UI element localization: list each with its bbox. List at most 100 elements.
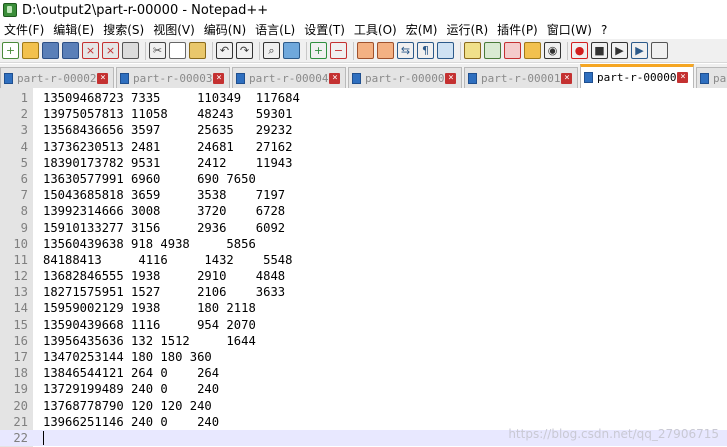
menu-item-3[interactable]: 视图(V)	[149, 21, 200, 38]
tab-label: pa	[713, 71, 727, 85]
document-map-icon[interactable]	[484, 42, 501, 59]
tab-0[interactable]: part-r-00002 ×	[0, 67, 114, 88]
tab-close-icon[interactable]: ×	[329, 72, 341, 84]
fold-margin	[28, 268, 43, 284]
menu-item-6[interactable]: 设置(T)	[300, 21, 350, 38]
menu-item-5[interactable]: 语言(L)	[251, 21, 300, 38]
fold-margin	[28, 284, 43, 300]
stop-record-icon[interactable]: ■	[591, 42, 608, 59]
record-macro-icon[interactable]: ●	[571, 42, 588, 59]
line-text: 18271575951 1527 2106 3633	[43, 285, 286, 300]
tab-label: part-r-00003	[133, 71, 213, 85]
line-number: 22	[13, 430, 28, 445]
editor-line: 18 13846544121 264 0 264	[0, 365, 727, 381]
save-all-icon[interactable]	[62, 42, 79, 59]
toolbar-separator	[306, 41, 307, 60]
monitoring-icon[interactable]: ◉	[544, 42, 561, 59]
tab-6[interactable]: pa	[696, 67, 727, 88]
save-icon[interactable]	[42, 42, 59, 59]
line-number: 18	[13, 366, 28, 381]
tab-close-icon[interactable]: ×	[213, 72, 225, 84]
menu-item-1[interactable]: 编辑(E)	[49, 21, 99, 38]
window-title: D:\output2\part-r-00000 - Notepad++	[22, 2, 269, 18]
cut-icon[interactable]: ✂	[149, 42, 166, 59]
line-text: 13768778790 120 120 240	[43, 398, 212, 413]
line-number: 5	[20, 155, 28, 170]
line-text: 13956435636 132 1512 1644	[43, 333, 256, 348]
open-file-icon[interactable]	[22, 42, 39, 59]
tab-bar: part-r-00002 × part-r-00003 × part-r-00004 × p…	[0, 64, 727, 88]
file-saved-icon	[700, 72, 709, 84]
new-file-icon[interactable]: +	[2, 42, 19, 59]
run-macro-multiple-icon[interactable]: ▶	[631, 42, 648, 59]
fold-margin	[28, 414, 43, 430]
line-number: 9	[20, 220, 28, 235]
editor-line: 13 18271575951 1527 2106 3633	[0, 284, 727, 300]
tab-close-icon[interactable]: ×	[561, 72, 573, 84]
menu-item-8[interactable]: 宏(M)	[402, 21, 443, 38]
function-list-icon[interactable]	[504, 42, 521, 59]
fold-margin	[28, 365, 43, 381]
editor[interactable]: 1 13509468723 7335 110349 117684 2 13975057…	[0, 88, 727, 447]
print-icon[interactable]	[122, 42, 139, 59]
folder-workspace-icon[interactable]	[524, 42, 541, 59]
show-all-chars-icon[interactable]: ¶	[417, 42, 434, 59]
tab-close-icon[interactable]: ×	[97, 72, 109, 84]
tab-3[interactable]: part-r-00000 ×	[348, 67, 462, 88]
editor-line: 9 15910133277 3156 2936 6092	[0, 220, 727, 236]
close-icon[interactable]: ×	[82, 42, 99, 59]
copy-icon[interactable]	[169, 42, 186, 59]
menu-item-4[interactable]: 编码(N)	[200, 21, 251, 38]
close-all-icon[interactable]: ×	[102, 42, 119, 59]
line-text: 13470253144 180 180 360	[43, 350, 212, 364]
tab-2[interactable]: part-r-00004 ×	[232, 67, 346, 88]
fold-margin	[28, 349, 43, 365]
fold-margin	[28, 106, 43, 122]
menu-item-12[interactable]: ?	[597, 23, 612, 37]
menu-item-7[interactable]: 工具(O)	[350, 21, 402, 38]
paste-icon[interactable]	[189, 42, 206, 59]
find-icon[interactable]: ⌕	[263, 42, 280, 59]
menu-item-9[interactable]: 运行(R)	[442, 21, 493, 38]
undo-icon[interactable]: ↶	[216, 42, 233, 59]
indent-guide-icon[interactable]	[437, 42, 454, 59]
line-text: 13966251146 240 0 240	[43, 414, 220, 429]
menu-item-2[interactable]: 搜索(S)	[99, 21, 149, 38]
editor-line: 16 13956435636 132 1512 1644	[0, 333, 727, 349]
menu-item-0[interactable]: 文件(F)	[0, 21, 49, 38]
tab-label: part-r-00002	[17, 71, 97, 85]
menu-item-10[interactable]: 插件(P)	[493, 21, 543, 38]
fold-margin	[28, 381, 43, 397]
editor-line: 2 13975057813 11058 48243 59301	[0, 106, 727, 122]
line-text: 13846544121 264 0 264	[43, 366, 220, 381]
user-language-icon[interactable]	[464, 42, 481, 59]
tab-4[interactable]: part-r-00001 ×	[464, 67, 578, 88]
redo-icon[interactable]: ↷	[236, 42, 253, 59]
text-caret	[43, 430, 44, 445]
editor-line: 5 18390173782 9531 2412 11943	[0, 155, 727, 171]
editor-line: 8 13992314666 3008 3720 6728	[0, 203, 727, 219]
menu-item-11[interactable]: 窗口(W)	[543, 21, 597, 38]
sync-horizontal-icon[interactable]	[377, 42, 394, 59]
zoom-out-icon[interactable]: −	[330, 42, 347, 59]
line-number: 1	[20, 91, 28, 105]
fold-margin	[28, 187, 43, 203]
tab-close-icon[interactable]: ×	[677, 72, 689, 83]
line-text: 13509468723 7335 110349 117684	[43, 91, 300, 105]
tab-1[interactable]: part-r-00003 ×	[116, 67, 230, 88]
fold-margin	[28, 430, 43, 446]
fold-margin	[28, 171, 43, 187]
word-wrap-icon[interactable]: ⇆	[397, 42, 414, 59]
editor-text-area[interactable]: 1 13509468723 7335 110349 117684 2 13975057…	[0, 90, 727, 447]
save-macro-icon[interactable]	[651, 42, 668, 59]
fold-margin	[28, 155, 43, 171]
replace-icon[interactable]	[283, 42, 300, 59]
tab-5[interactable]: part-r-00000 ×	[580, 64, 694, 88]
tab-close-icon[interactable]: ×	[445, 72, 457, 84]
sync-vertical-icon[interactable]	[357, 42, 374, 59]
line-number: 11	[13, 252, 28, 267]
line-number: 8	[20, 204, 28, 219]
zoom-in-icon[interactable]: +	[310, 42, 327, 59]
file-saved-icon	[584, 72, 593, 83]
play-macro-icon[interactable]: ▶	[611, 42, 628, 59]
